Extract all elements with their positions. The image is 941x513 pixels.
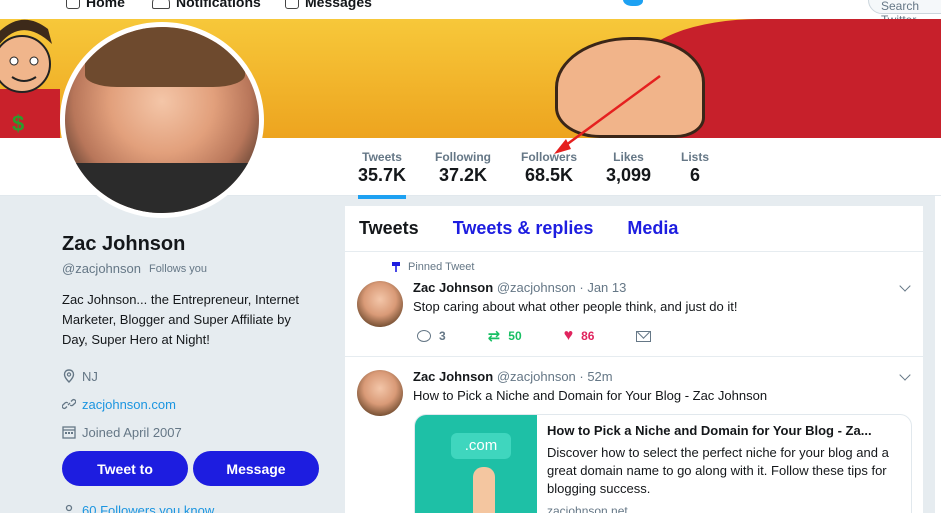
twitter-bird-icon[interactable] [623,0,643,6]
tab-tweets[interactable]: Tweets [359,218,419,239]
envelope-icon [285,0,299,9]
heart-icon: ♥ [563,327,574,344]
tweet-actions: 3 ⇄ 50 ♥ 86 [417,327,693,345]
envelope-icon [636,330,652,342]
profile-handle[interactable]: @zacjohnson [62,261,141,276]
chevron-down-icon[interactable] [899,369,911,381]
followers-you-know[interactable]: 60 Followers you know [62,503,214,513]
nav-notifications-label: Notifications [176,0,261,10]
stat-label: Following [435,150,491,164]
followers-you-know-text: 60 Followers you know [82,503,215,513]
location-pin-icon [63,369,75,383]
tweet-pinned[interactable]: Pinned Tweet Zac Johnson @zacjohnson · J… [345,252,923,357]
profile-bio: Zac Johnson... the Entrepreneur, Interne… [62,292,300,347]
pinned-tweet-text: Pinned Tweet [408,261,475,273]
stat-label: Lists [681,150,710,164]
search-input[interactable]: Search Twitter [868,0,941,19]
bell-icon [152,0,170,9]
profile-name[interactable]: Zac Johnson [62,233,322,256]
home-icon [66,0,80,9]
avatar-shirt [65,163,259,213]
tweet-text: Stop caring about what other people thin… [413,299,738,314]
card-title: How to Pick a Niche and Domain for Your … [547,423,872,438]
profile-actions: Tweet to Message [62,451,319,486]
profile-handle-row: @zacjohnson Follows you [62,261,322,276]
tweet-handle-time[interactable]: @zacjohnson · 52m [497,369,613,384]
stat-value: 68.5K [524,165,574,185]
profile-website-link[interactable]: zacjohnson.com [82,397,176,412]
tweet-header: Zac Johnson @zacjohnson · 52m [413,369,613,384]
profile-joined-text: Joined April 2007 [82,424,182,440]
tweet-to-button[interactable]: Tweet to [62,451,188,486]
follows-you-badge: Follows you [148,262,208,275]
stat-lists[interactable]: Lists 6 [681,150,709,186]
top-navigation-bar: Home Notifications Messages Search Twitt… [0,0,941,19]
profile-joined: Joined April 2007 [62,418,322,446]
stat-value: 3,099 [606,165,652,185]
tweet-avatar[interactable] [357,281,403,327]
pin-icon [392,262,400,272]
stat-likes[interactable]: Likes 3,099 [606,150,651,186]
tweet-text: How to Pick a Niche and Domain for Your … [413,388,768,403]
profile-avatar[interactable] [60,22,264,218]
link-preview-card[interactable]: .com How to Pick a Niche and Domain for … [414,414,912,513]
people-icon [65,504,73,513]
nav-home[interactable]: Home [66,0,125,10]
stat-value: 37.2K [438,165,488,185]
card-url: zacjohnson.net [547,504,628,513]
chevron-down-icon[interactable] [899,280,911,292]
stat-value: 6 [690,165,701,185]
stat-value: 35.7K [358,165,407,185]
retweet-count: 50 [508,329,522,343]
pinned-tweet-label: Pinned Tweet [392,261,474,273]
stat-following[interactable]: Following 37.2K [435,150,491,186]
profile-website: zacjohnson.com [62,390,322,418]
nav-messages-label: Messages [305,0,372,10]
card-image-text: .com [451,433,511,459]
card-description: Discover how to select the perfect niche… [547,445,889,496]
tweet-author-name[interactable]: Zac Johnson [413,280,493,295]
stat-label: Followers [521,150,578,164]
profile-location-text: NJ [82,368,98,384]
retweet-action[interactable]: ⇄ 50 [488,327,522,345]
pointing-hand-icon [473,467,495,513]
avatar-hair [85,27,245,87]
tab-media[interactable]: Media [627,218,678,239]
retweet-icon: ⇄ [487,328,501,345]
tweet[interactable]: Zac Johnson @zacjohnson · 52m How to Pic… [345,357,923,513]
card-body: How to Pick a Niche and Domain for Your … [537,415,911,513]
profile-location: NJ [62,362,322,390]
timeline-tabs: Tweets Tweets & replies Media [345,206,923,252]
profile-meta: NJ zacjohnson.com Joined April 2007 [62,362,322,446]
tweet-avatar[interactable] [357,370,403,416]
reply-action[interactable]: 3 [417,329,446,343]
like-action[interactable]: ♥ 86 [564,327,595,345]
direct-message-action[interactable] [636,330,652,342]
reply-count: 3 [439,329,446,343]
tab-tweets-and-replies[interactable]: Tweets & replies [453,218,594,239]
like-count: 86 [581,329,595,343]
tweet-handle-time[interactable]: @zacjohnson · Jan 13 [497,280,627,295]
stat-label: Tweets [362,150,402,164]
stat-label: Likes [613,150,644,164]
banner-fist-illustration [555,37,705,138]
right-column-edge [935,196,941,513]
reply-icon [417,330,431,342]
svg-text:$: $ [12,111,24,136]
stat-followers[interactable]: Followers 68.5K [521,150,577,186]
profile-info: Zac Johnson @zacjohnson Follows you Zac … [62,233,322,446]
nav-home-label: Home [86,0,125,10]
tweet-author-name[interactable]: Zac Johnson [413,369,493,384]
nav-notifications[interactable]: Notifications [152,0,261,10]
nav-messages[interactable]: Messages [285,0,372,10]
tweet-timeline: Tweets Tweets & replies Media Pinned Twe… [345,206,923,513]
calendar-icon [62,426,76,439]
card-image: .com [415,415,537,513]
link-icon [62,398,76,410]
message-button[interactable]: Message [193,451,319,486]
tweet-header: Zac Johnson @zacjohnson · Jan 13 [413,280,626,295]
stat-tweets[interactable]: Tweets 35.7K [358,150,407,199]
